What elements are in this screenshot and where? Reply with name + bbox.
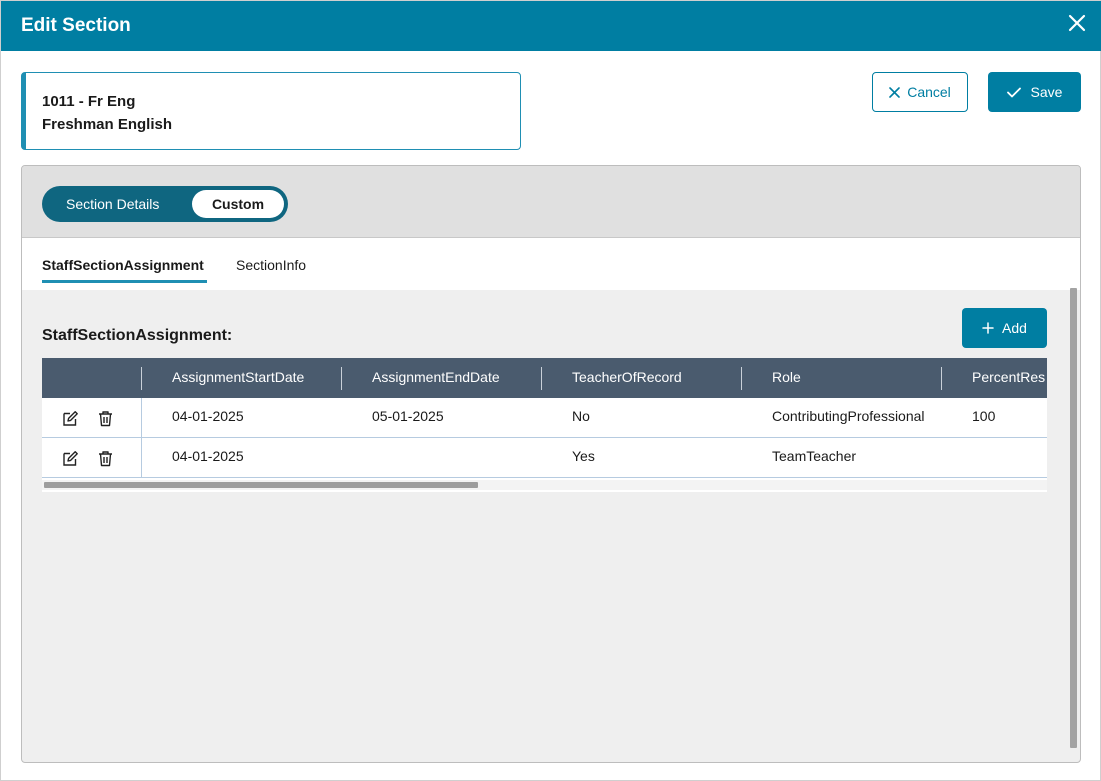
check-icon (1006, 87, 1021, 97)
toggle-section-details[interactable]: Section Details (66, 196, 159, 212)
column-header-role[interactable]: Role (772, 369, 801, 385)
column-separator (541, 367, 542, 390)
panel-header: Section Details Custom (22, 166, 1080, 238)
column-header-percent[interactable]: PercentRes (972, 369, 1045, 385)
table-row: 04-01-2025 Yes TeamTeacher (42, 438, 1047, 478)
column-separator (741, 367, 742, 390)
row-action-separator (141, 438, 142, 478)
table-row: 04-01-2025 05-01-2025 No ContributingPro… (42, 398, 1047, 438)
column-header-teacher-of-record[interactable]: TeacherOfRecord (572, 369, 682, 385)
column-separator (941, 367, 942, 390)
add-label: Add (1002, 320, 1027, 336)
close-icon[interactable] (1066, 12, 1088, 34)
cancel-label: Cancel (907, 84, 951, 100)
edit-icon[interactable] (62, 450, 79, 467)
section-heading: StaffSectionAssignment: (42, 327, 233, 344)
tab-staff-section-assignment[interactable]: StaffSectionAssignment (42, 257, 204, 273)
save-label: Save (1030, 84, 1063, 100)
cell-teacher-of-record: Yes (572, 448, 595, 464)
active-tab-indicator (42, 280, 207, 283)
cell-role: TeamTeacher (772, 448, 857, 464)
column-separator (141, 367, 142, 390)
save-button[interactable]: Save (988, 72, 1081, 112)
plus-icon (982, 322, 994, 334)
column-separator (341, 367, 342, 390)
cell-percent: 100 (972, 408, 996, 424)
vertical-scrollbar[interactable] (1070, 288, 1077, 748)
grid-header: AssignmentStartDate AssignmentEndDate Te… (42, 358, 1047, 398)
horizontal-scrollbar-thumb[interactable] (44, 482, 478, 488)
edit-icon[interactable] (62, 410, 79, 427)
tab-bar: StaffSectionAssignment SectionInfo (22, 238, 1080, 290)
row-action-separator (141, 398, 142, 438)
tab-section-info[interactable]: SectionInfo (236, 257, 306, 273)
x-icon (889, 86, 901, 98)
cell-start-date: 04-01-2025 (172, 448, 244, 464)
cell-teacher-of-record: No (572, 408, 590, 424)
column-header-assignment-end-date[interactable]: AssignmentEndDate (372, 369, 500, 385)
assignment-grid: AssignmentStartDate AssignmentEndDate Te… (42, 358, 1047, 492)
column-header-assignment-start-date[interactable]: AssignmentStartDate (172, 369, 304, 385)
cell-role: ContributingProfessional (772, 408, 925, 424)
section-panel: Section Details Custom StaffSectionAssig… (21, 165, 1081, 763)
cell-start-date: 04-01-2025 (172, 408, 244, 424)
trash-icon[interactable] (97, 450, 114, 467)
trash-icon[interactable] (97, 410, 114, 427)
toggle-custom[interactable]: Custom (192, 190, 284, 218)
dialog-titlebar: Edit Section (1, 1, 1101, 51)
section-code: 1011 - Fr Eng (42, 93, 136, 110)
cancel-button[interactable]: Cancel (872, 72, 968, 112)
cell-end-date: 05-01-2025 (372, 408, 444, 424)
section-course-name: Freshman English (42, 116, 173, 133)
dialog-title: Edit Section (21, 15, 131, 36)
add-button[interactable]: Add (962, 308, 1047, 348)
section-info-card: 1011 - Fr Eng Freshman English (21, 72, 521, 150)
view-toggle[interactable]: Section Details Custom (42, 186, 288, 222)
edit-section-dialog: Edit Section 1011 - Fr Eng Freshman Engl… (0, 0, 1101, 781)
horizontal-scrollbar[interactable] (42, 480, 1047, 490)
